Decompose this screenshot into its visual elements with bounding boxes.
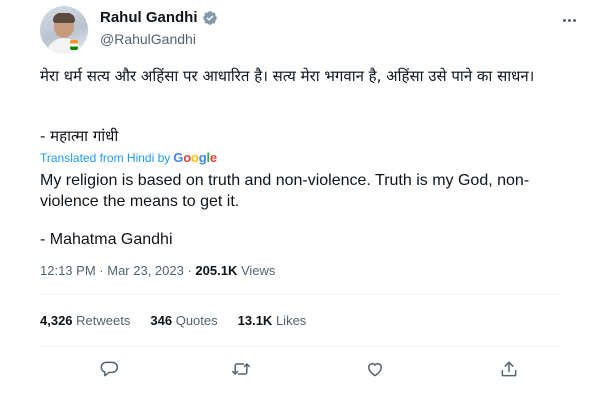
tweet-card: Rahul Gandhi @RahulGandhi मेरा धर्म सत्य… (0, 0, 600, 399)
engagement-stats: 4,326 Retweets 346 Quotes 13.1K Likes (40, 313, 306, 328)
views-count: 205.1K (195, 263, 238, 278)
more-dot (572, 18, 576, 22)
tweet-text-hindi: मेरा धर्म सत्य और अहिंसा पर आधारित है। स… (40, 67, 535, 85)
heart-icon (368, 362, 382, 377)
quotes-stat[interactable]: 346 Quotes (150, 313, 217, 328)
tweet-text-translation-attribution: - Mahatma Gandhi (40, 231, 173, 248)
more-dot (567, 18, 571, 22)
likes-label: Likes (275, 313, 307, 328)
quotes-count: 346 (150, 313, 173, 328)
reply-button[interactable] (96, 356, 122, 382)
google-logo: Google (173, 150, 217, 165)
retweets-label: Retweets (76, 313, 131, 328)
avatar[interactable] (40, 6, 88, 54)
author-display-name[interactable]: Rahul Gandhi (100, 9, 198, 26)
retweet-button[interactable] (228, 356, 254, 382)
retweets-stat[interactable]: 4,326 Retweets (40, 313, 130, 328)
translation-notice[interactable]: Translated from Hindi by Google (40, 150, 217, 165)
tweet-meta: 12:13 PM · Mar 23, 2023 · 205.1K Views (40, 263, 275, 278)
translation-prefix: Translated from Hindi by (40, 151, 171, 165)
verified-badge-icon (202, 10, 217, 25)
author-name-row: Rahul Gandhi (100, 9, 218, 26)
views-label: Views (240, 263, 276, 278)
share-button[interactable] (496, 356, 522, 382)
divider (40, 346, 560, 347)
share-icon (501, 361, 517, 377)
tweet-actions-bar (40, 356, 560, 382)
avatar-hair-shape (53, 13, 75, 23)
tweet-text-translation: My religion is based on truth and non-vi… (40, 172, 530, 210)
likes-stat[interactable]: 13.1K Likes (238, 313, 307, 328)
tweet-date[interactable]: Mar 23, 2023 (107, 263, 184, 278)
more-options-icon[interactable] (558, 12, 580, 28)
retweets-count: 4,326 (40, 313, 73, 328)
like-button[interactable] (362, 356, 388, 382)
retweet-icon (231, 363, 251, 375)
tweet-time[interactable]: 12:13 PM (40, 263, 96, 278)
likes-count: 13.1K (237, 313, 273, 328)
divider (40, 294, 560, 295)
reply-icon (100, 361, 119, 377)
author-handle[interactable]: @RahulGandhi (100, 31, 196, 47)
flag-icon (70, 40, 78, 50)
quotes-label: Quotes (175, 313, 218, 328)
tweet-text-hindi-attribution: - महात्मा गांधी (40, 127, 119, 145)
more-dot (562, 18, 566, 22)
